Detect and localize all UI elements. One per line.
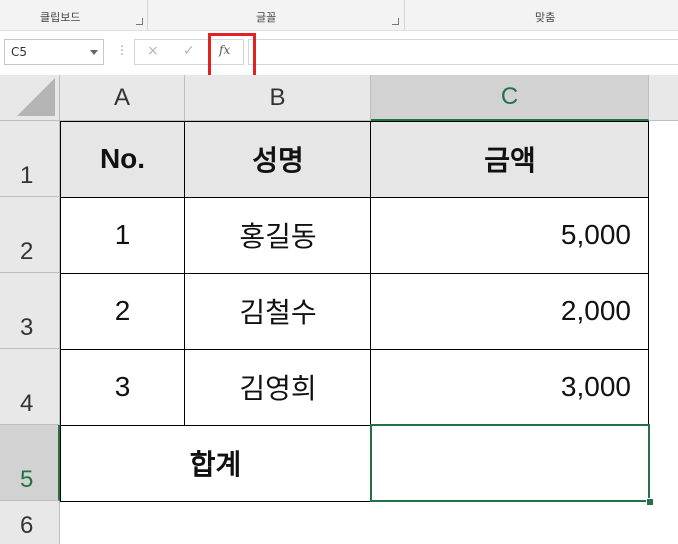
cancel-icon[interactable]: × <box>147 43 159 59</box>
row-header-1[interactable]: 1 <box>0 121 60 197</box>
cell-c4[interactable]: 3,000 <box>371 349 649 425</box>
cell-b1[interactable]: 성명 <box>185 121 371 197</box>
cell-b4[interactable]: 김영희 <box>185 349 371 425</box>
row-header-6[interactable]: 6 <box>0 501 60 544</box>
ribbon-group-labels: 클립보드 글꼴 맞춤 <box>0 0 678 31</box>
cell-c3[interactable]: 2,000 <box>371 273 649 349</box>
cell-a2[interactable]: 1 <box>60 197 185 273</box>
fill-handle[interactable] <box>646 498 654 506</box>
column-header-d[interactable] <box>649 75 678 121</box>
enter-icon[interactable]: ✓ <box>183 43 195 59</box>
name-box-value: C5 <box>11 45 28 59</box>
row-number: 2 <box>20 238 34 265</box>
formula-bar: C5 ⋮ × ✓ fx <box>0 31 678 74</box>
highlight-box <box>208 33 256 79</box>
cell-b3[interactable]: 김철수 <box>185 273 371 349</box>
clipboard-dialog-launcher-icon[interactable] <box>136 18 143 25</box>
cell-c1[interactable]: 금액 <box>371 121 649 197</box>
row-header-5[interactable]: 5 <box>0 425 60 501</box>
cell-a5-merged[interactable]: 합계 <box>60 425 371 501</box>
table-border <box>184 121 185 425</box>
row-number: 5 <box>20 466 34 493</box>
row-header-4[interactable]: 4 <box>0 349 60 425</box>
table-border <box>60 273 649 274</box>
formula-input[interactable] <box>248 39 678 65</box>
name-box[interactable]: C5 <box>4 39 104 65</box>
column-header-c[interactable]: C <box>371 75 649 121</box>
active-cell-border <box>370 424 650 502</box>
cell-b2[interactable]: 홍길동 <box>185 197 371 273</box>
cell-a3[interactable]: 2 <box>60 273 185 349</box>
table-border <box>60 121 61 501</box>
column-header-b[interactable]: B <box>185 75 371 121</box>
clipboard-group: 클립보드 <box>0 0 147 30</box>
clipboard-group-label: 클립보드 <box>40 11 81 24</box>
table-border <box>60 349 649 350</box>
row-header-3[interactable]: 3 <box>0 273 60 349</box>
spreadsheet-grid: A B C 1 2 3 4 5 6 No. 성명 금액 1 홍길동 5,000 … <box>0 75 678 544</box>
alignment-group-label: 맞춤 <box>535 11 556 24</box>
table-border <box>60 197 649 198</box>
column-header-a[interactable]: A <box>60 75 185 121</box>
chevron-down-icon[interactable] <box>90 50 98 55</box>
more-options-icon[interactable]: ⋮ <box>116 43 128 57</box>
select-all-icon <box>17 78 55 116</box>
row-header-2[interactable]: 2 <box>0 197 60 273</box>
table-border <box>60 121 649 122</box>
font-dialog-launcher-icon[interactable] <box>392 18 399 25</box>
cell-a1[interactable]: No. <box>60 121 185 197</box>
cell-c2[interactable]: 5,000 <box>371 197 649 273</box>
alignment-group: 맞춤 <box>405 0 678 30</box>
select-all-corner[interactable] <box>0 75 60 121</box>
row-number: 1 <box>20 162 34 189</box>
row-number: 4 <box>20 390 34 417</box>
row-number: 3 <box>20 314 34 341</box>
font-group: 글꼴 <box>148 0 404 30</box>
row-number: 6 <box>20 512 34 539</box>
cell-a4[interactable]: 3 <box>60 349 185 425</box>
font-group-label: 글꼴 <box>256 11 277 24</box>
